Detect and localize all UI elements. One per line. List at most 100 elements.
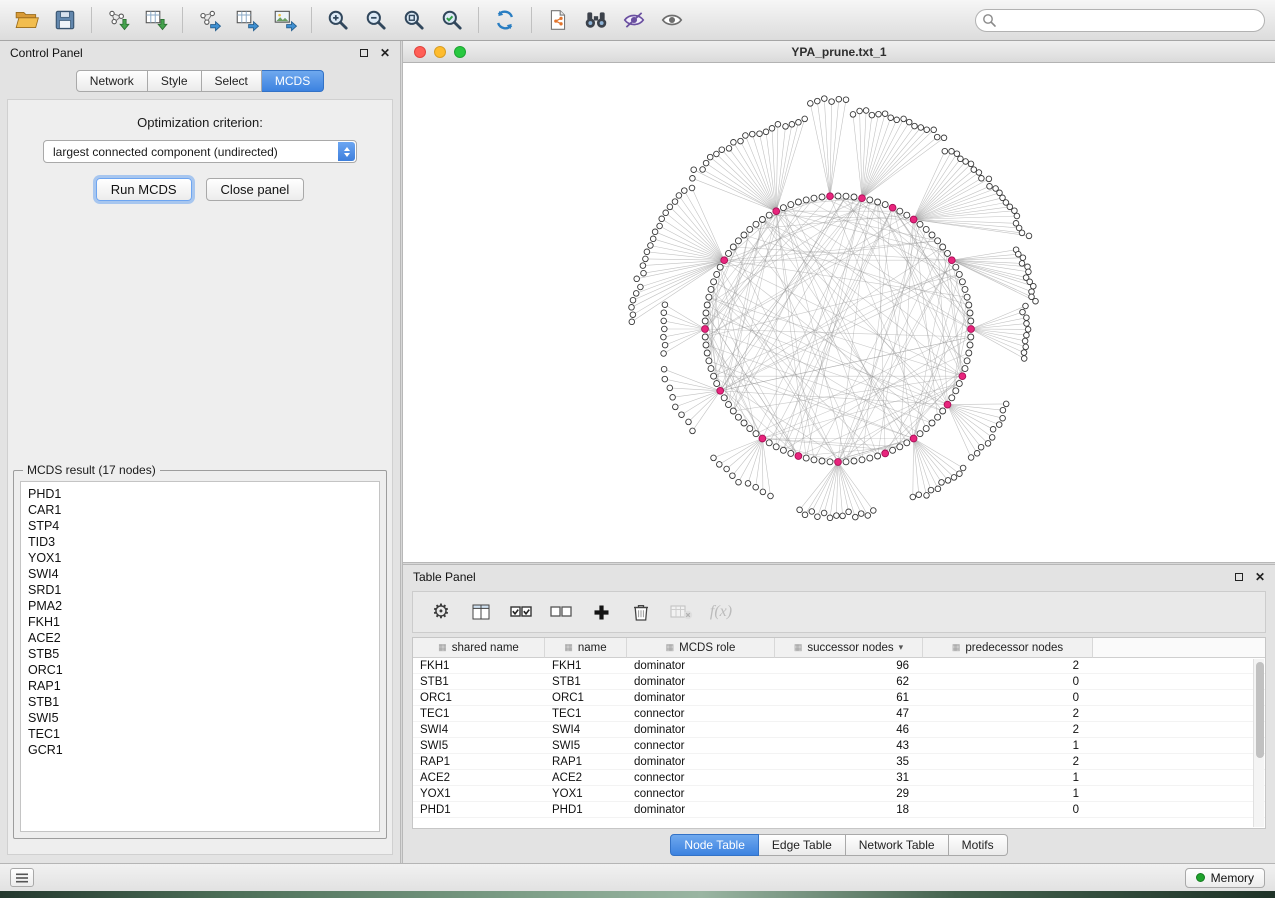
tab-mcds[interactable]: MCDS — [262, 70, 324, 92]
table-row[interactable]: TEC1TEC1connector472 — [413, 706, 1265, 722]
save-session-icon[interactable] — [48, 4, 82, 36]
memory-button[interactable]: Memory — [1185, 868, 1265, 888]
panel-menu-button[interactable] — [10, 868, 34, 887]
cell-successor-nodes[interactable]: 61 — [775, 692, 923, 704]
cell-mcds-role[interactable]: dominator — [627, 676, 775, 688]
close-panel-icon[interactable]: ✕ — [380, 47, 390, 59]
table-row[interactable]: ACE2ACE2connector311 — [413, 770, 1265, 786]
mcds-result-item[interactable]: SWI4 — [28, 566, 372, 582]
table-scrollbar[interactable] — [1253, 659, 1264, 827]
mcds-result-item[interactable]: GCR1 — [28, 742, 372, 758]
mcds-result-item[interactable]: SWI5 — [28, 710, 372, 726]
cell-shared-name[interactable]: ORC1 — [413, 692, 545, 704]
mcds-result-item[interactable]: YOX1 — [28, 550, 372, 566]
cell-shared-name[interactable]: SWI5 — [413, 740, 545, 752]
zoom-selected-icon[interactable] — [435, 4, 469, 36]
mcds-result-item[interactable]: PMA2 — [28, 598, 372, 614]
table-row[interactable]: STB1STB1dominator620 — [413, 674, 1265, 690]
mcds-result-item[interactable]: FKH1 — [28, 614, 372, 630]
columns-icon[interactable] — [469, 599, 493, 625]
cell-name[interactable]: TEC1 — [545, 708, 627, 720]
cell-successor-nodes[interactable]: 35 — [775, 756, 923, 768]
add-row-icon[interactable] — [589, 599, 613, 625]
mcds-result-list[interactable]: PHD1CAR1STP4TID3YOX1SWI4SRD1PMA2FKH1ACE2… — [20, 481, 380, 832]
cell-predecessor-nodes[interactable]: 2 — [923, 756, 1093, 768]
cell-mcds-role[interactable]: dominator — [627, 756, 775, 768]
table-row[interactable]: PHD1PHD1dominator180 — [413, 802, 1265, 818]
column-header-mcds-role[interactable]: ▦MCDS role — [627, 638, 775, 658]
close-panel-button[interactable]: Close panel — [206, 178, 305, 201]
table-row[interactable]: SWI4SWI4dominator462 — [413, 722, 1265, 738]
cell-mcds-role[interactable]: connector — [627, 772, 775, 784]
deselect-all-icon[interactable] — [549, 599, 573, 625]
cell-name[interactable]: ORC1 — [545, 692, 627, 704]
cell-name[interactable]: FKH1 — [545, 660, 627, 672]
maximize-traffic-light-icon[interactable] — [454, 46, 466, 58]
close-table-panel-icon[interactable]: ✕ — [1255, 571, 1265, 583]
cell-predecessor-nodes[interactable]: 1 — [923, 772, 1093, 784]
cell-successor-nodes[interactable]: 62 — [775, 676, 923, 688]
criterion-dropdown[interactable]: largest connected component (undirected) — [43, 140, 357, 163]
cell-name[interactable]: RAP1 — [545, 756, 627, 768]
cell-predecessor-nodes[interactable]: 1 — [923, 788, 1093, 800]
open-session-icon[interactable] — [10, 4, 44, 36]
show-hide-eye-icon[interactable] — [655, 4, 689, 36]
tab-style[interactable]: Style — [148, 70, 202, 92]
export-document-icon[interactable] — [541, 4, 575, 36]
cell-successor-nodes[interactable]: 31 — [775, 772, 923, 784]
cell-name[interactable]: PHD1 — [545, 804, 627, 816]
cell-mcds-role[interactable]: connector — [627, 740, 775, 752]
cell-name[interactable]: SWI5 — [545, 740, 627, 752]
tab-edge-table[interactable]: Edge Table — [759, 834, 846, 856]
table-row[interactable]: YOX1YOX1connector291 — [413, 786, 1265, 802]
mcds-result-item[interactable]: ORC1 — [28, 662, 372, 678]
cell-predecessor-nodes[interactable]: 2 — [923, 724, 1093, 736]
table-row[interactable]: SWI5SWI5connector431 — [413, 738, 1265, 754]
mcds-result-item[interactable]: TID3 — [28, 534, 372, 550]
cell-shared-name[interactable]: STB1 — [413, 676, 545, 688]
export-image-icon[interactable] — [268, 4, 302, 36]
cell-predecessor-nodes[interactable]: 2 — [923, 660, 1093, 672]
cell-name[interactable]: SWI4 — [545, 724, 627, 736]
cell-successor-nodes[interactable]: 43 — [775, 740, 923, 752]
cell-predecessor-nodes[interactable]: 0 — [923, 692, 1093, 704]
cell-mcds-role[interactable]: dominator — [627, 692, 775, 704]
table-row[interactable]: RAP1RAP1dominator352 — [413, 754, 1265, 770]
tab-node-table[interactable]: Node Table — [670, 834, 759, 856]
mcds-result-item[interactable]: PHD1 — [28, 486, 372, 502]
settings-icon[interactable]: ⚙ — [429, 599, 453, 625]
network-canvas[interactable] — [403, 63, 1275, 562]
tab-network[interactable]: Network — [76, 70, 148, 92]
cell-successor-nodes[interactable]: 18 — [775, 804, 923, 816]
cell-name[interactable]: STB1 — [545, 676, 627, 688]
search-input[interactable] — [975, 9, 1265, 32]
float-panel-icon[interactable] — [360, 49, 368, 57]
cell-mcds-role[interactable]: dominator — [627, 804, 775, 816]
tab-select[interactable]: Select — [202, 70, 262, 92]
mcds-result-item[interactable]: SRD1 — [28, 582, 372, 598]
export-network-icon[interactable] — [192, 4, 226, 36]
graphics-details-icon[interactable] — [617, 4, 651, 36]
select-all-icon[interactable] — [509, 599, 533, 625]
column-header-predecessor-nodes[interactable]: ▦predecessor nodes — [923, 638, 1093, 658]
cell-mcds-role[interactable]: dominator — [627, 724, 775, 736]
run-mcds-button[interactable]: Run MCDS — [96, 178, 192, 201]
cell-predecessor-nodes[interactable]: 0 — [923, 676, 1093, 688]
cell-mcds-role[interactable]: connector — [627, 708, 775, 720]
column-header-shared-name[interactable]: ▦shared name — [413, 638, 545, 658]
cell-shared-name[interactable]: TEC1 — [413, 708, 545, 720]
cell-name[interactable]: ACE2 — [545, 772, 627, 784]
zoom-out-icon[interactable] — [359, 4, 393, 36]
cell-shared-name[interactable]: ACE2 — [413, 772, 545, 784]
search-network-icon[interactable] — [579, 4, 613, 36]
cell-shared-name[interactable]: RAP1 — [413, 756, 545, 768]
mcds-result-item[interactable]: STB1 — [28, 694, 372, 710]
column-header-successor-nodes[interactable]: ▦successor nodes▾ — [775, 638, 923, 658]
network-graph[interactable] — [403, 63, 1275, 562]
scrollbar-thumb[interactable] — [1256, 662, 1264, 758]
import-table-icon[interactable] — [139, 4, 173, 36]
cell-predecessor-nodes[interactable]: 2 — [923, 708, 1093, 720]
zoom-in-icon[interactable] — [321, 4, 355, 36]
mcds-result-item[interactable]: STP4 — [28, 518, 372, 534]
cell-successor-nodes[interactable]: 96 — [775, 660, 923, 672]
